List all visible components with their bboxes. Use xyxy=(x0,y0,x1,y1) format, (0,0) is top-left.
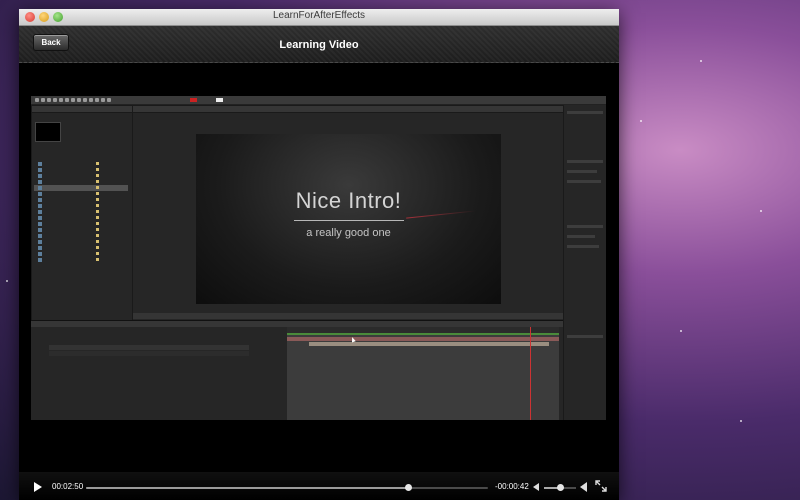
desktop-star xyxy=(640,120,642,122)
paragraph-panel-row xyxy=(567,335,603,338)
ae-right-panels xyxy=(563,105,606,420)
timeline-playhead xyxy=(530,327,531,420)
timeline-tracks xyxy=(287,333,559,420)
composition-panel-tab xyxy=(133,106,563,113)
mask-tool-icon xyxy=(71,98,75,102)
project-panel-tab xyxy=(32,106,132,113)
rotate-tool-icon xyxy=(53,98,57,102)
composition-footer-bar xyxy=(133,313,563,319)
project-thumbnail xyxy=(35,122,61,142)
character-panel-row xyxy=(567,225,603,228)
puppet-tool-icon xyxy=(107,98,111,102)
ae-toolbar xyxy=(31,96,606,105)
character-panel-row xyxy=(567,245,599,248)
volume-knob[interactable] xyxy=(557,484,564,491)
intro-title-text: Nice Intro! xyxy=(295,188,402,213)
project-panel xyxy=(31,105,133,321)
character-panel-row xyxy=(567,235,595,238)
progress-fill xyxy=(86,487,408,489)
window-titlebar[interactable]: LearnForAfterEffects xyxy=(19,9,619,26)
brush-tool-icon xyxy=(89,98,93,102)
hand-tool-icon xyxy=(41,98,45,102)
pen-tool-icon xyxy=(77,98,81,102)
desktop-star xyxy=(680,330,682,332)
volume-low-icon[interactable] xyxy=(533,483,539,491)
desktop-star xyxy=(700,60,702,62)
video-frame[interactable]: Nice Intro! a really good one xyxy=(19,63,619,475)
preview-panel-row xyxy=(567,160,603,163)
fullscreen-icon[interactable] xyxy=(595,480,607,492)
volume-slider[interactable] xyxy=(544,484,576,491)
project-item xyxy=(34,257,128,263)
intro-divider xyxy=(294,220,404,221)
page-title: Learning Video xyxy=(279,39,359,51)
eraser-tool-icon xyxy=(101,98,105,102)
desktop-star xyxy=(6,280,8,282)
volume-high-icon[interactable] xyxy=(580,482,587,492)
preview-panel-row xyxy=(567,180,601,183)
preview-panel-row xyxy=(567,170,597,173)
remaining-time: -00:00:42 xyxy=(495,482,529,491)
clone-tool-icon xyxy=(95,98,99,102)
timeline-layer-row xyxy=(49,345,249,350)
pan-tool-icon xyxy=(65,98,69,102)
info-panel-row xyxy=(567,111,603,114)
app-window: LearnForAfterEffects Back Learning Video xyxy=(19,9,619,500)
timeline-panel xyxy=(31,320,563,420)
progress-knob[interactable] xyxy=(404,484,412,491)
app-header: Back Learning Video xyxy=(19,26,619,71)
elapsed-time: 00:02:50 xyxy=(52,482,84,491)
camera-tool-icon xyxy=(59,98,63,102)
play-icon[interactable] xyxy=(34,482,42,492)
composition-canvas: Nice Intro! a really good one xyxy=(196,134,501,304)
timeline-layer-row xyxy=(49,351,249,356)
desktop-star xyxy=(740,420,742,422)
layer-bar xyxy=(287,337,559,341)
selection-tool-icon xyxy=(35,98,39,102)
zoom-tool-icon xyxy=(47,98,51,102)
layer-bar xyxy=(309,342,549,346)
intro-subtitle-text: a really good one xyxy=(306,227,391,239)
fill-swatch xyxy=(190,98,197,102)
window-title: LearnForAfterEffects xyxy=(272,10,366,21)
desktop-star xyxy=(760,210,762,212)
stroke-swatch xyxy=(216,98,223,102)
after-effects-screen: Nice Intro! a really good one xyxy=(31,96,606,420)
work-area-bar xyxy=(287,333,559,335)
text-tool-icon xyxy=(83,98,87,102)
progress-scrubber[interactable] xyxy=(86,484,488,491)
player-controls: 00:02:50 -00:00:42 xyxy=(19,472,619,500)
